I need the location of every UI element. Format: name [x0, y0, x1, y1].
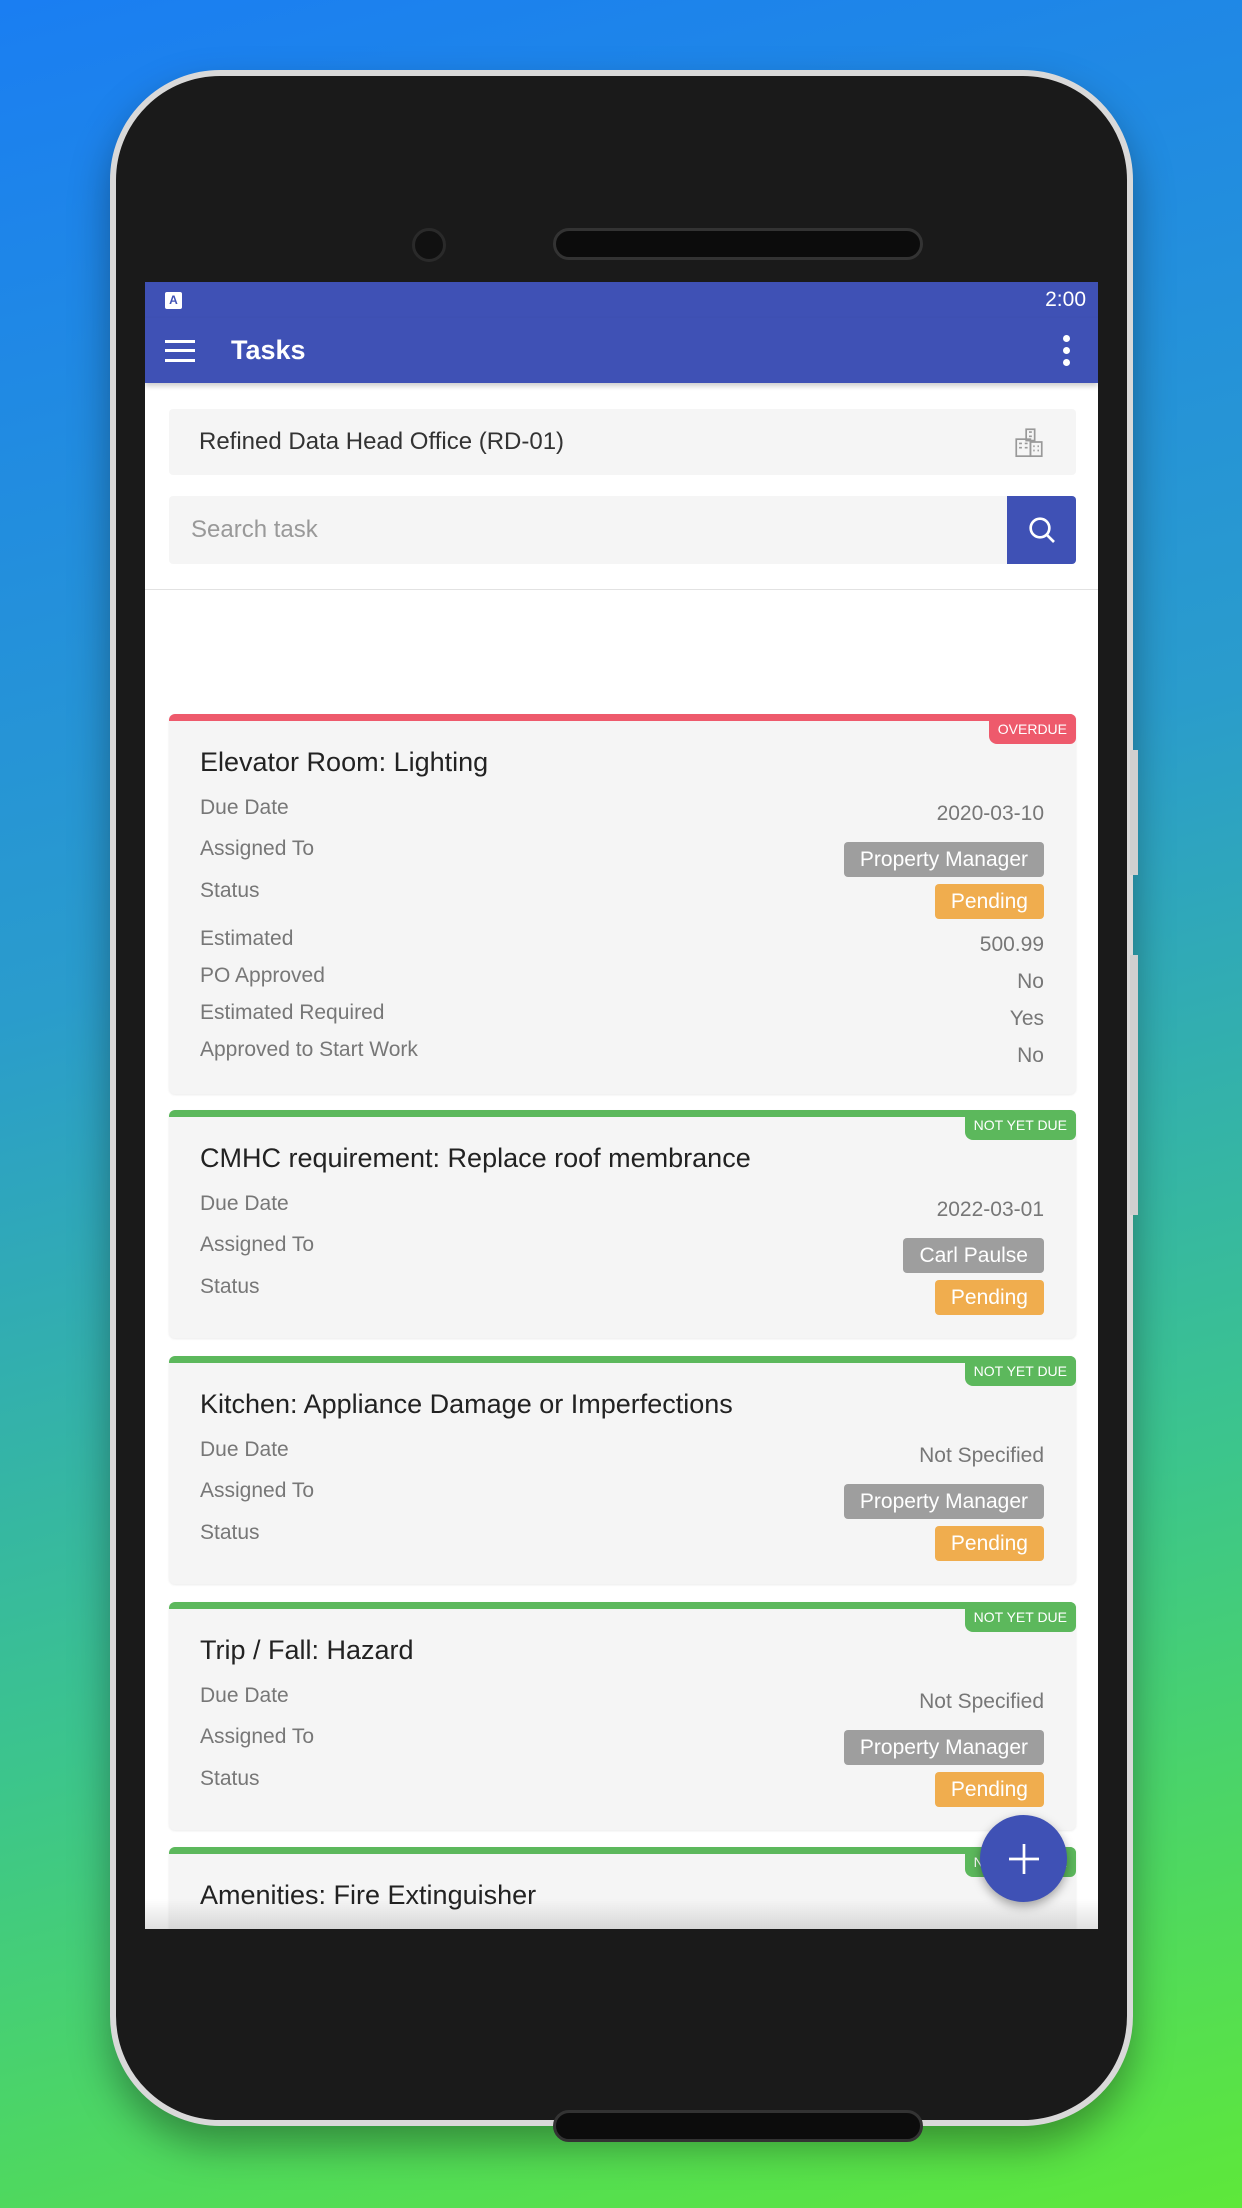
notification-icon: A: [165, 291, 182, 309]
due-status-badge: NOT YET DUE: [964, 1110, 1076, 1140]
field-value: 500.99: [979, 933, 1044, 956]
task-card[interactable]: NOT YET DUE Trip / Fall: Hazard Due Date No…: [169, 1602, 1076, 1830]
due-status-bar: [169, 1847, 1076, 1854]
field-row: Status Pending: [169, 1270, 1076, 1315]
status-chip: Pending: [934, 884, 1044, 919]
search-button[interactable]: [1007, 496, 1076, 564]
assignee-chip: Property Manager: [843, 1730, 1044, 1765]
status-bar: A 2:00: [145, 282, 1098, 318]
add-task-button[interactable]: [980, 1815, 1067, 1902]
more-vert-icon[interactable]: [1055, 335, 1078, 366]
field-label: Assigned To: [200, 1725, 315, 1748]
due-status-bar: [169, 714, 1076, 721]
search-icon: [1028, 517, 1055, 543]
field-value: No: [1017, 970, 1044, 993]
app-screen: A 2:00 Tasks Refined Data Head Office (R…: [145, 282, 1098, 1929]
field-label: Estimated Required: [200, 1001, 385, 1024]
field-value: Not Specified: [919, 1444, 1044, 1467]
field-value: Yes: [1009, 1007, 1044, 1030]
status-chip: Pending: [934, 1526, 1044, 1561]
field-value: Not Specified: [919, 1690, 1044, 1713]
page-title: Tasks: [231, 335, 306, 365]
field-value: 2022-03-01: [936, 1198, 1044, 1221]
field-row: Assigned To Carl Paulse: [169, 1228, 1076, 1273]
bottom-shadow: [145, 1899, 1098, 1929]
task-title: Trip / Fall: Hazard: [200, 1635, 414, 1665]
due-status-badge: NOT YET DUE: [964, 1356, 1076, 1386]
field-row: Estimated Required Yes: [169, 1000, 1076, 1037]
bottom-speaker: [553, 2110, 923, 2142]
due-status-badge: OVERDUE: [988, 714, 1076, 744]
field-row: PO Approved No: [169, 963, 1076, 1000]
field-value: 2020-03-10: [936, 802, 1044, 825]
status-chip: Pending: [934, 1772, 1044, 1807]
field-row: Due Date Not Specified: [169, 1437, 1076, 1474]
field-value: No: [1017, 1044, 1044, 1067]
field-row: Status Pending: [169, 874, 1076, 919]
task-title: CMHC requirement: Replace roof membrance: [200, 1143, 751, 1173]
front-camera: [412, 228, 446, 262]
top-speaker: [553, 228, 923, 260]
field-row: Due Date 2022-03-01: [169, 1191, 1076, 1228]
field-label: Due Date: [200, 1192, 289, 1215]
task-card[interactable]: NOT YET DUE Kitchen: Appliance Damage or …: [169, 1356, 1076, 1584]
volume-button: [1130, 750, 1138, 875]
field-label: Estimated: [200, 927, 294, 950]
field-label: Assigned To: [200, 1233, 315, 1256]
plus-icon: [1008, 1843, 1039, 1874]
field-label: Assigned To: [200, 1479, 315, 1502]
task-card[interactable]: NOT YET DUE CMHC requirement: Replace roo…: [169, 1110, 1076, 1338]
assignee-chip: Property Manager: [843, 842, 1044, 877]
power-button: [1130, 955, 1138, 1215]
divider: [145, 589, 1098, 590]
hamburger-icon[interactable]: [165, 339, 195, 362]
search-bar: [169, 496, 1076, 564]
search-input[interactable]: [169, 496, 1007, 564]
task-title: Kitchen: Appliance Damage or Imperfectio…: [200, 1389, 733, 1419]
field-row: Approved to Start Work No: [169, 1037, 1076, 1074]
status-time: 2:00: [1045, 288, 1086, 311]
field-row: Due Date 2020-03-10: [169, 795, 1076, 832]
field-row: Due Date Not Specified: [169, 1683, 1076, 1720]
location-name: Refined Data Head Office (RD-01): [199, 428, 565, 455]
field-label: PO Approved: [200, 964, 325, 987]
task-title: Elevator Room: Lighting: [200, 747, 489, 777]
field-label: Status: [200, 1767, 260, 1790]
field-label: Status: [200, 879, 260, 902]
due-status-badge: NOT YET DUE: [964, 1602, 1076, 1632]
field-label: Assigned To: [200, 837, 315, 860]
task-card[interactable]: OVERDUE Elevator Room: Lighting Due Date 20…: [169, 714, 1076, 1094]
assignee-chip: Property Manager: [843, 1484, 1044, 1519]
field-label: Due Date: [200, 1684, 289, 1707]
field-label: Approved to Start Work: [200, 1038, 418, 1061]
due-status-bar: [169, 1356, 1076, 1363]
location-selector[interactable]: Refined Data Head Office (RD-01): [169, 409, 1076, 475]
field-label: Due Date: [200, 796, 289, 819]
field-row: Assigned To Property Manager: [169, 1474, 1076, 1519]
field-row: Assigned To Property Manager: [169, 1720, 1076, 1765]
due-status-bar: [169, 1110, 1076, 1117]
assignee-chip: Carl Paulse: [903, 1238, 1044, 1273]
field-row: Status Pending: [169, 1516, 1076, 1561]
field-row: Status Pending: [169, 1762, 1076, 1807]
field-label: Due Date: [200, 1438, 289, 1461]
building-icon[interactable]: [1012, 425, 1046, 459]
app-toolbar: Tasks: [145, 318, 1098, 383]
field-label: Status: [200, 1275, 260, 1298]
field-row: Estimated 500.99: [169, 926, 1076, 963]
field-label: Status: [200, 1521, 260, 1544]
due-status-bar: [169, 1602, 1076, 1609]
status-chip: Pending: [934, 1280, 1044, 1315]
field-row: Assigned To Property Manager: [169, 832, 1076, 877]
